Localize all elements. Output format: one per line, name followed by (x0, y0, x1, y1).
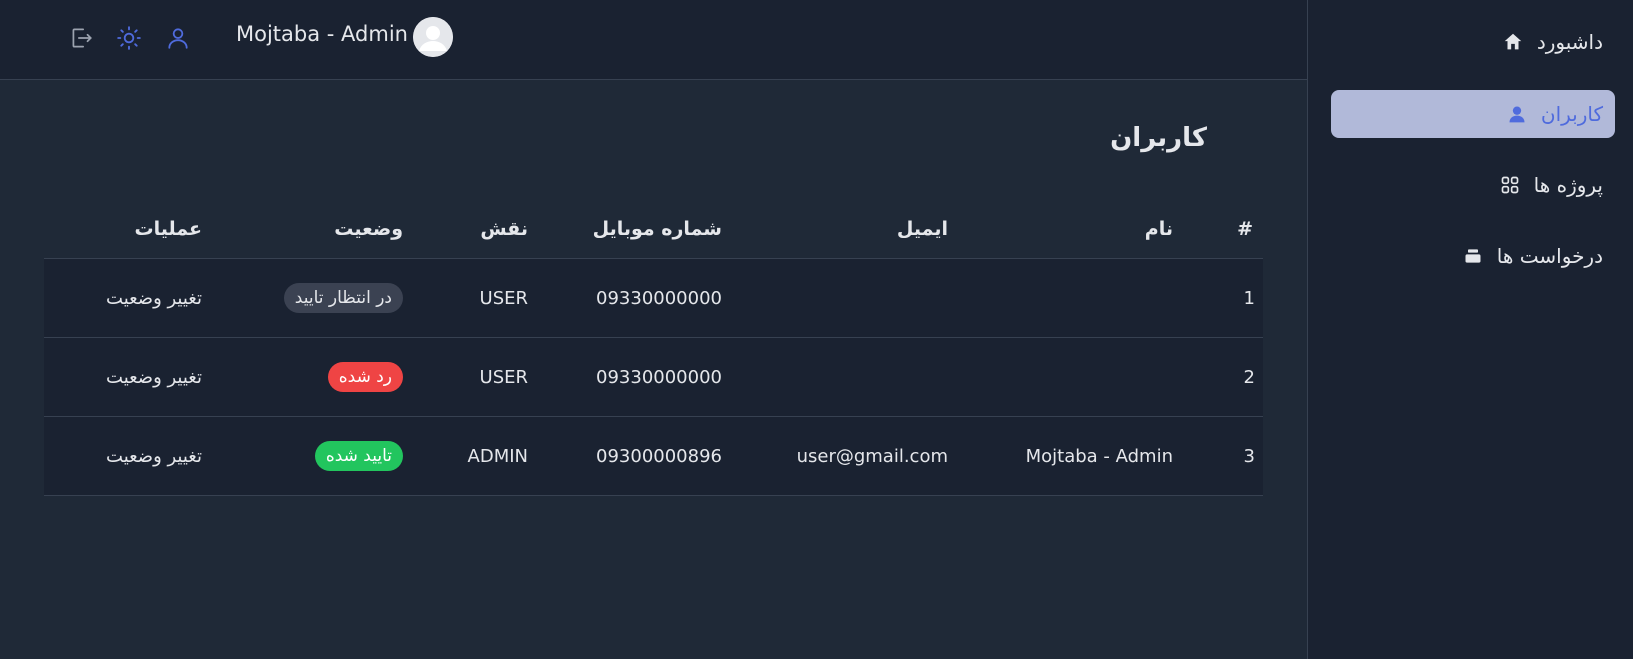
main-content: کاربران # نام ایمیل شماره موبایل نقش وضع… (0, 81, 1307, 659)
cell-role: ADMIN (467, 445, 528, 467)
sidebar-item-users[interactable]: کاربران (1331, 90, 1615, 138)
grid-icon (1498, 173, 1522, 197)
theme-toggle-button[interactable] (114, 23, 144, 53)
cell-name: Mojtaba - Admin (1025, 445, 1173, 467)
cell-role: USER (479, 287, 528, 309)
cell-role: USER (479, 366, 528, 388)
column-header-status: وضعیت (334, 217, 403, 240)
sidebar: داشبورد کاربران پروژه ها درخواست ها (1307, 0, 1633, 659)
logout-icon (72, 28, 92, 48)
avatar-icon (413, 17, 453, 57)
change-status-link[interactable]: تغییر وضعیت (106, 367, 202, 388)
table-row: 3 Mojtaba - Admin user@gmail.com 0930000… (44, 417, 1263, 496)
status-badge: رد شده (327, 362, 403, 392)
sidebar-item-dashboard[interactable]: داشبورد (1331, 18, 1615, 66)
users-table: # نام ایمیل شماره موبایل نقش وضعیت عملیا… (44, 199, 1263, 496)
cell-email: user@gmail.com (796, 445, 948, 467)
profile-button[interactable] (163, 23, 193, 53)
sidebar-item-projects[interactable]: پروژه ها (1331, 161, 1615, 209)
column-header-role: نقش (480, 217, 528, 240)
table-row: 2 09330000000 USER رد شده تغییر وضعیت (44, 338, 1263, 417)
avatar[interactable] (413, 17, 453, 57)
cell-actions: تغییر وضعیت (52, 417, 202, 495)
table-row: 1 09330000000 USER در انتظار تایید تغییر… (44, 259, 1263, 338)
sidebar-item-requests[interactable]: درخواست ها (1331, 232, 1615, 280)
cell-actions: تغییر وضعیت (52, 259, 202, 337)
cell-status: رد شده (203, 338, 403, 416)
column-header-email: ایمیل (896, 217, 948, 240)
sidebar-item-label: کاربران (1540, 102, 1603, 126)
cell-index: 1 (1243, 287, 1255, 309)
page-title: کاربران (1110, 123, 1207, 153)
column-header-index: # (1237, 217, 1253, 240)
sidebar-item-label: داشبورد (1536, 30, 1603, 54)
cell-mobile: 09330000000 (596, 287, 722, 309)
cell-index: 3 (1243, 445, 1255, 467)
sun-icon (117, 26, 141, 50)
column-header-mobile: شماره موبایل (592, 217, 722, 240)
cell-name (973, 338, 1173, 416)
cell-mobile: 09300000896 (596, 445, 722, 467)
cell-actions: تغییر وضعیت (52, 338, 202, 416)
stack-icon (1461, 244, 1485, 268)
user-icon (1505, 102, 1529, 126)
cell-index: 2 (1243, 366, 1255, 388)
cell-mobile: 09330000000 (596, 366, 722, 388)
cell-name (973, 259, 1173, 337)
change-status-link[interactable]: تغییر وضعیت (106, 446, 202, 467)
cell-status: در انتظار تایید (203, 259, 403, 337)
cell-status: تایید شده (203, 417, 403, 495)
cell-email (728, 338, 948, 416)
status-badge: تایید شده (314, 441, 403, 471)
user-icon (168, 28, 188, 49)
column-header-actions: عملیات (134, 217, 202, 240)
sidebar-item-label: درخواست ها (1496, 244, 1603, 268)
cell-email (728, 259, 948, 337)
change-status-link[interactable]: تغییر وضعیت (106, 288, 202, 309)
status-badge: در انتظار تایید (283, 283, 403, 313)
user-name: Mojtaba - Admin (236, 22, 408, 46)
table-header-row: # نام ایمیل شماره موبایل نقش وضعیت عملیا… (44, 199, 1263, 259)
top-bar: Mojtaba - Admin (0, 0, 1307, 80)
column-header-name: نام (1144, 217, 1173, 240)
home-icon (1501, 30, 1525, 54)
logout-button[interactable] (66, 23, 96, 53)
sidebar-item-label: پروژه ها (1533, 173, 1603, 197)
